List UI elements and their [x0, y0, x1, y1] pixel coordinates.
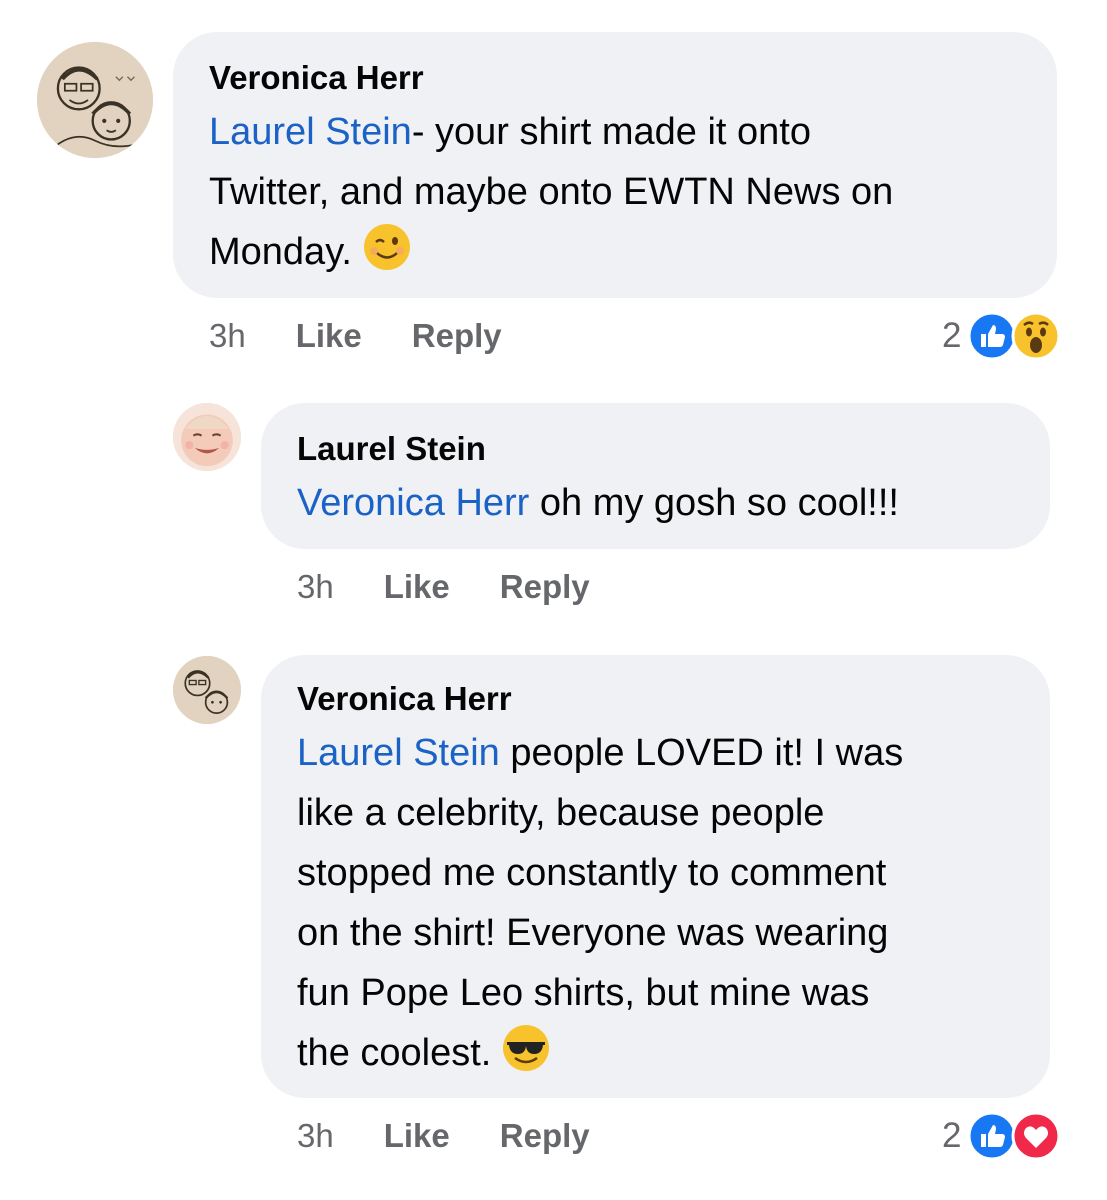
reaction-summary[interactable]: 2 [942, 1111, 1061, 1161]
sunglasses-face-emoji-icon [501, 1023, 551, 1073]
love-reaction-icon [1011, 1111, 1061, 1161]
reaction-count: 2 [942, 1116, 962, 1155]
reply-button[interactable]: Reply [500, 568, 590, 606]
comment-actions: 3h Like Reply [297, 1113, 590, 1159]
comment-text-line: Twitter, and maybe onto EWTN News on [209, 171, 894, 213]
like-reaction-icon [967, 311, 1017, 361]
avatar-veronica-herr[interactable] [173, 656, 241, 724]
comment-author[interactable]: Laurel Stein [297, 429, 1014, 469]
comment-actions: 3h Like Reply [209, 313, 502, 359]
comment-text-line: stopped me constantly to comment [297, 852, 887, 894]
avatar-laurel-stein[interactable] [173, 403, 241, 471]
comment-bubble[interactable]: Laurel Stein Veronica Herr oh my gosh so… [261, 403, 1050, 549]
like-button[interactable]: Like [296, 317, 362, 355]
comment-text-line: fun Pope Leo shirts, but mine was [297, 972, 870, 1014]
mention-link[interactable]: Veronica Herr [297, 482, 529, 524]
winking-face-emoji-icon [362, 222, 412, 272]
comment-timestamp[interactable]: 3h [297, 1117, 334, 1155]
comment-bubble[interactable]: Veronica Herr Laurel Stein- your shirt m… [173, 32, 1057, 298]
mention-link[interactable]: Laurel Stein [209, 111, 412, 153]
comment-text-line: the coolest. [297, 1032, 492, 1074]
avatar-veronica-herr[interactable] [37, 42, 153, 158]
mention-link[interactable]: Laurel Stein [297, 732, 500, 774]
like-button[interactable]: Like [384, 1117, 450, 1155]
comment-text: Laurel Stein people LOVED it! I was like… [297, 723, 1014, 1083]
wow-reaction-icon [1011, 311, 1061, 361]
like-button[interactable]: Like [384, 568, 450, 606]
comment-timestamp[interactable]: 3h [209, 317, 246, 355]
comment-author[interactable]: Veronica Herr [209, 58, 1021, 98]
comment-timestamp[interactable]: 3h [297, 568, 334, 606]
reaction-count: 2 [942, 316, 962, 355]
comment-text-line: people LOVED it! I was [499, 732, 904, 774]
comment-text-line: Monday. [209, 231, 352, 273]
comment-text-line: like a celebrity, because people [297, 792, 825, 834]
comment-text-line: oh my gosh so cool!!! [529, 482, 899, 524]
comment-actions: 3h Like Reply [297, 564, 590, 610]
reaction-summary[interactable]: 2 [942, 311, 1061, 361]
comment-text: Laurel Stein- your shirt made it onto Tw… [209, 102, 1021, 282]
comment-author[interactable]: Veronica Herr [297, 679, 1014, 719]
comment-text-line: on the shirt! Everyone was wearing [297, 912, 889, 954]
comment-bubble[interactable]: Veronica Herr Laurel Stein people LOVED … [261, 655, 1050, 1098]
reply-button[interactable]: Reply [500, 1117, 590, 1155]
comment-text: Veronica Herr oh my gosh so cool!!! [297, 473, 1014, 533]
reply-button[interactable]: Reply [412, 317, 502, 355]
like-reaction-icon [967, 1111, 1017, 1161]
comment-text-line: - your shirt made it onto [411, 111, 811, 153]
